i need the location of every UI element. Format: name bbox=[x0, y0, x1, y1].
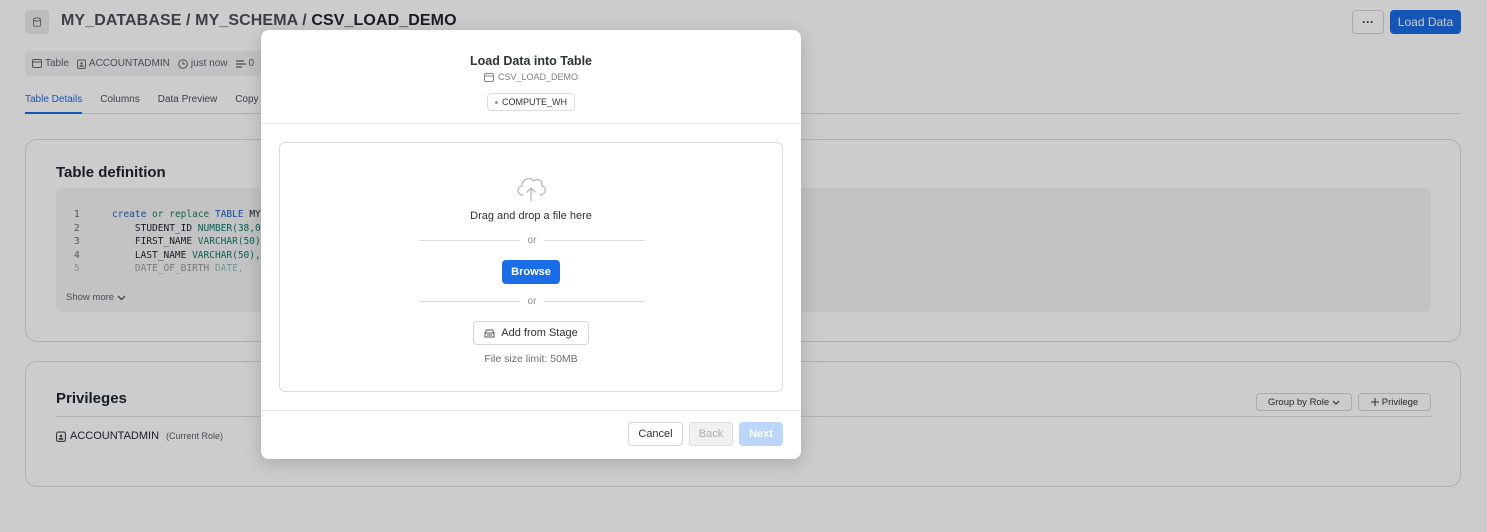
load-data-dialog: Load Data into Table CSV_LOAD_DEMO COMPU… bbox=[261, 30, 801, 459]
or-label: or bbox=[527, 235, 537, 246]
table-icon bbox=[483, 72, 494, 82]
warehouse-label: COMPUTE_WH bbox=[502, 97, 567, 107]
stage-icon bbox=[484, 329, 495, 337]
dialog-header: Load Data into Table CSV_LOAD_DEMO COMPU… bbox=[261, 30, 801, 124]
dialog-table-name: CSV_LOAD_DEMO bbox=[261, 72, 801, 82]
file-drop-zone[interactable]: Drag and drop a file here or Browse or A… bbox=[279, 142, 783, 392]
or-divider: or bbox=[419, 296, 645, 307]
or-divider: or bbox=[419, 235, 645, 246]
table-name-label: CSV_LOAD_DEMO bbox=[497, 72, 579, 82]
warehouse-selector[interactable]: COMPUTE_WH bbox=[487, 93, 575, 111]
back-button[interactable]: Back bbox=[689, 422, 733, 446]
browse-button[interactable]: Browse bbox=[502, 260, 560, 284]
warehouse-status-icon bbox=[495, 100, 498, 104]
add-from-stage-label: Add from Stage bbox=[501, 327, 578, 339]
drop-instructions: Drag and drop a file here bbox=[470, 210, 592, 222]
or-label: or bbox=[527, 296, 537, 307]
add-from-stage-button[interactable]: Add from Stage bbox=[473, 321, 589, 345]
dialog-title: Load Data into Table bbox=[470, 54, 592, 68]
cloud-upload-icon bbox=[517, 177, 546, 202]
dialog-footer-divider bbox=[261, 410, 801, 411]
cancel-button[interactable]: Cancel bbox=[628, 422, 683, 446]
file-size-limit: File size limit: 50MB bbox=[484, 353, 578, 365]
next-button[interactable]: Next bbox=[739, 422, 783, 446]
